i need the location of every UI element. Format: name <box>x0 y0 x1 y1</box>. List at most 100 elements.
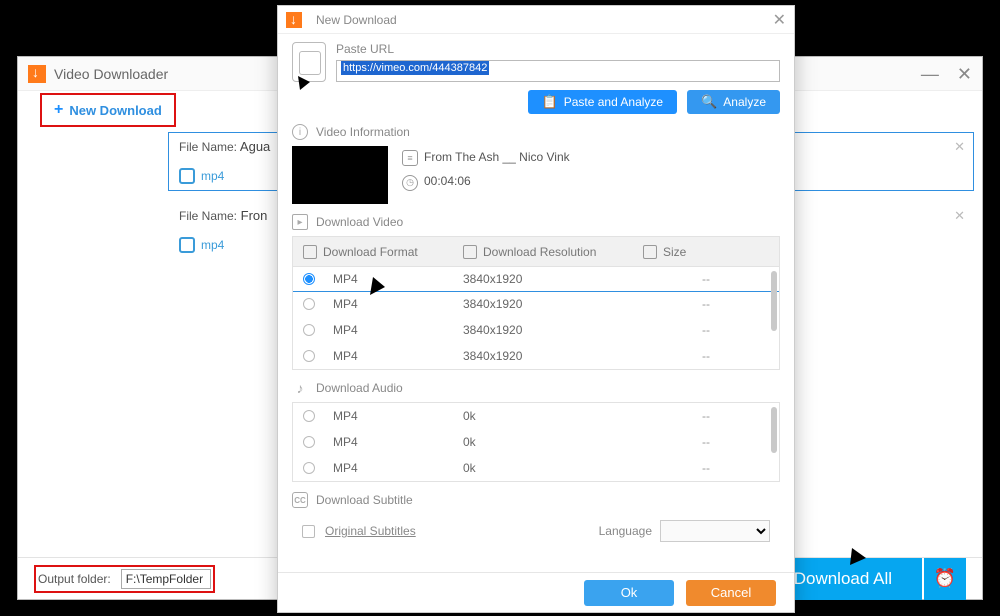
radio-icon[interactable] <box>303 298 315 310</box>
close-button[interactable]: ✕ <box>957 65 972 83</box>
file-format-label: mp4 <box>201 238 224 252</box>
output-folder-label: Output folder: <box>38 572 111 586</box>
row-resolution: 3840x1920 <box>463 297 643 311</box>
url-value: https://vimeo.com/444387842 <box>341 61 489 75</box>
row-size: -- <box>643 297 769 311</box>
cancel-button[interactable]: Cancel <box>686 580 776 606</box>
app-title: Video Downloader <box>54 66 168 82</box>
file-name: Agua <box>240 139 270 154</box>
subtitle-checkbox[interactable] <box>302 525 315 538</box>
dialog-title: New Download <box>316 13 397 27</box>
video-format-row[interactable]: MP4 3840x1920 -- <box>293 317 779 343</box>
scrollbar-thumb[interactable] <box>771 407 777 453</box>
video-title: From The Ash __ Nico Vink <box>424 150 570 164</box>
annotation-highlight: + New Download <box>40 93 176 127</box>
radio-icon[interactable] <box>303 436 315 448</box>
format-icon <box>179 237 195 253</box>
video-format-row[interactable]: MP4 3840x1920 -- <box>293 291 779 317</box>
row-resolution: 3840x1920 <box>463 349 643 363</box>
file-format-label: mp4 <box>201 169 224 183</box>
file-name-label: File Name: <box>179 140 237 154</box>
format-header-icon <box>303 245 317 259</box>
language-select[interactable] <box>660 520 770 542</box>
row-size: -- <box>643 461 769 475</box>
row-format: MP4 <box>333 435 463 449</box>
app-logo-icon <box>28 65 46 83</box>
output-folder-input[interactable] <box>121 569 211 589</box>
file-name: Fron <box>241 208 268 223</box>
video-duration: 00:04:06 <box>424 174 471 188</box>
analyze-button[interactable]: 🔍 Analyze <box>687 90 780 114</box>
minimize-button[interactable]: — <box>921 65 939 83</box>
paste-icon: 📋 <box>542 94 558 110</box>
video-format-row[interactable]: MP4 3840x1920 -- <box>292 266 780 292</box>
subtitle-row: Original Subtitles Language <box>292 514 780 548</box>
download-audio-label: Download Audio <box>316 381 403 395</box>
analyze-label: Analyze <box>723 95 766 109</box>
row-resolution: 3840x1920 <box>463 272 643 286</box>
ok-button[interactable]: Ok <box>584 580 674 606</box>
download-table-header: Download Format Download Resolution Size <box>292 236 780 266</box>
window-controls: — ✕ <box>921 65 972 83</box>
audio-format-row[interactable]: MP4 0k -- <box>293 429 779 455</box>
audio-format-row[interactable]: MP4 0k -- <box>293 403 779 429</box>
cc-icon: CC <box>292 492 308 508</box>
download-video-label: Download Video <box>316 215 403 229</box>
paste-and-analyze-label: Paste and Analyze <box>564 95 663 109</box>
new-download-button[interactable]: + New Download <box>44 97 172 123</box>
radio-icon[interactable] <box>303 350 315 362</box>
download-audio-header: ♪ Download Audio <box>292 380 780 396</box>
size-header-icon <box>643 245 657 259</box>
download-subtitle-header: CC Download Subtitle <box>292 492 780 508</box>
video-thumbnail <box>292 146 388 204</box>
video-info-header: i Video Information <box>292 124 780 140</box>
paste-url-label: Paste URL <box>336 42 780 56</box>
row-resolution: 3840x1920 <box>463 323 643 337</box>
url-input[interactable]: https://vimeo.com/444387842 <box>336 60 780 82</box>
row-resolution: 0k <box>463 409 643 423</box>
scrollbar-thumb[interactable] <box>771 271 777 331</box>
video-format-row[interactable]: MP4 3840x1920 -- <box>293 343 779 369</box>
scheduler-icon[interactable]: ⏰ <box>924 558 966 600</box>
row-format: MP4 <box>333 409 463 423</box>
row-size: -- <box>643 435 769 449</box>
row-size: -- <box>643 272 769 286</box>
audio-icon: ♪ <box>292 380 308 396</box>
clipboard-icon <box>292 42 326 82</box>
dialog-logo-icon <box>286 12 302 28</box>
audio-format-list: MP4 0k -- MP4 0k -- MP4 0k -- <box>292 402 780 482</box>
radio-icon[interactable] <box>303 462 315 474</box>
dialog-titlebar: New Download ✕ <box>278 6 794 34</box>
video-format-list: MP4 3840x1920 -- MP4 3840x1920 -- MP4 38… <box>292 266 780 370</box>
row-format: MP4 <box>333 323 463 337</box>
row-format: MP4 <box>333 297 463 311</box>
radio-icon[interactable] <box>303 410 315 422</box>
row-format: MP4 <box>333 349 463 363</box>
clock-icon: ◷ <box>402 175 418 191</box>
original-subtitles-label[interactable]: Original Subtitles <box>325 524 416 538</box>
new-download-dialog: New Download ✕ Paste URL https://vimeo.c… <box>277 5 795 613</box>
resolution-header: Download Resolution <box>483 245 596 259</box>
annotation-highlight: Output folder: <box>34 565 215 593</box>
radio-icon[interactable] <box>303 324 315 336</box>
resolution-header-icon <box>463 245 477 259</box>
info-icon: i <box>292 124 308 140</box>
size-header: Size <box>663 245 686 259</box>
radio-icon[interactable] <box>303 273 315 285</box>
video-info-label: Video Information <box>316 125 410 139</box>
file-icon: ≡ <box>402 150 418 166</box>
video-icon: ▸ <box>292 214 308 230</box>
audio-format-row[interactable]: MP4 0k -- <box>293 455 779 481</box>
dialog-body: Paste URL https://vimeo.com/444387842 📋 … <box>278 34 794 572</box>
row-format: MP4 <box>333 461 463 475</box>
file-remove-icon[interactable]: ✕ <box>954 208 965 224</box>
dialog-close-button[interactable]: ✕ <box>773 10 786 30</box>
file-name-label: File Name: <box>179 209 237 223</box>
video-info-row: ≡ From The Ash __ Nico Vink ◷ 00:04:06 <box>292 146 780 204</box>
paste-and-analyze-button[interactable]: 📋 Paste and Analyze <box>528 90 678 114</box>
plus-icon: + <box>54 101 63 119</box>
row-size: -- <box>643 349 769 363</box>
file-remove-icon[interactable]: ✕ <box>954 139 965 155</box>
row-size: -- <box>643 323 769 337</box>
dialog-footer: Ok Cancel <box>278 572 794 612</box>
